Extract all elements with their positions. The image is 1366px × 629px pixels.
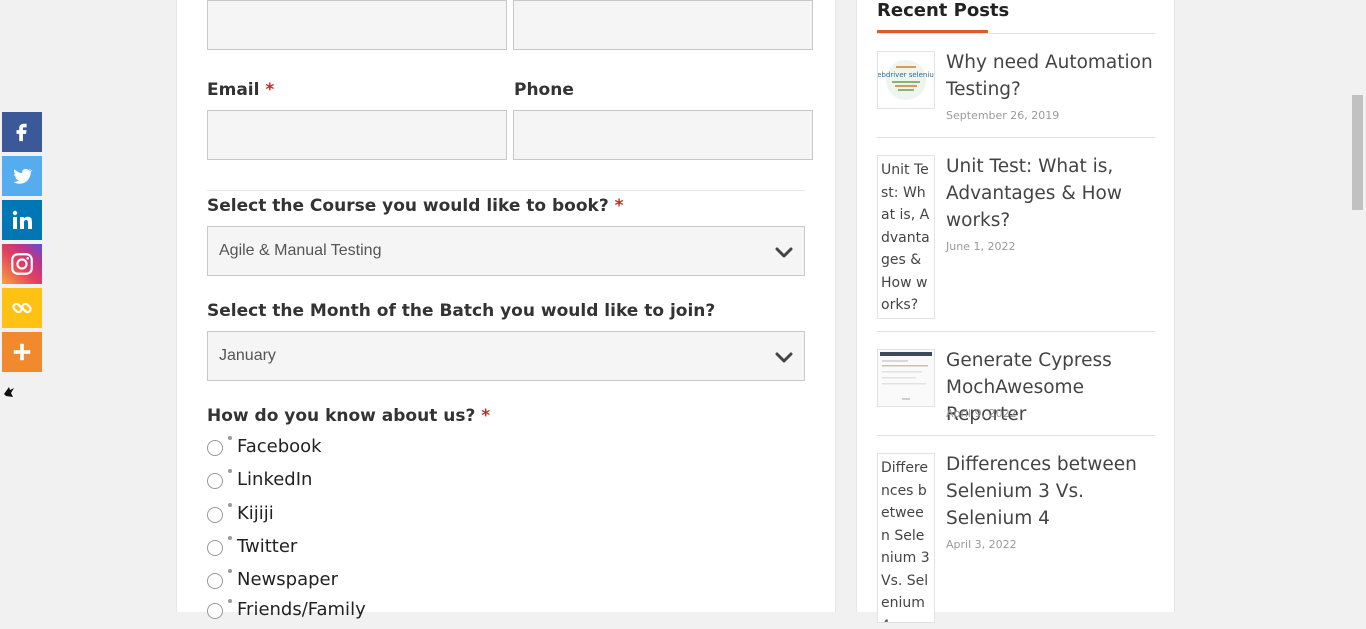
required-mark: * — [481, 406, 491, 426]
radio-label: LinkedIn — [237, 469, 313, 490]
post-thumbnail[interactable]: Unit Test: What is, Advantages & How wor… — [877, 155, 935, 319]
first-name-input[interactable] — [207, 0, 507, 50]
course-label-text: Select the Course you would like to book… — [207, 196, 609, 216]
booking-form: Email * Phone Select the Course you woul… — [176, 0, 836, 620]
more-icon — [13, 343, 31, 361]
social-share-bar — [2, 112, 42, 376]
phone-label-text: Phone — [514, 80, 574, 100]
post-title-link[interactable]: Unit Test: What is, Advantages & How wor… — [946, 153, 1161, 234]
radio-button[interactable] — [207, 473, 223, 489]
radio-button[interactable] — [207, 507, 223, 523]
radio-label: Facebook — [237, 436, 322, 457]
radio-label: Friends/Family — [237, 599, 366, 620]
radio-button[interactable] — [207, 573, 223, 589]
last-name-input[interactable] — [513, 0, 813, 50]
required-mark: * — [614, 196, 624, 216]
course-select-value: Agile & Manual Testing — [219, 242, 382, 259]
post-thumbnail[interactable]: Differences between Selenium 3 Vs. Selen… — [877, 453, 935, 623]
radio-dot — [228, 503, 232, 507]
radio-dot — [228, 536, 232, 540]
thumbnail-alt-text: Unit Test: What is, Advantages & How wor… — [881, 162, 930, 313]
title-rule — [877, 33, 1155, 34]
post-title-link[interactable]: Differences between Selenium 3 Vs. Selen… — [946, 451, 1161, 532]
facebook-icon — [16, 123, 27, 142]
radio-dot — [228, 569, 232, 573]
email-label-text: Email — [207, 80, 260, 100]
facebook-share-button[interactable] — [2, 112, 42, 152]
radio-button[interactable] — [207, 540, 223, 556]
post-thumbnail[interactable]: webdriver selenium — [877, 51, 935, 109]
chevron-down-icon — [775, 247, 793, 258]
course-select[interactable]: Agile & Manual Testing — [207, 226, 805, 276]
thumbnail-alt-text: Differences between Selenium 3 Vs. Selen… — [881, 460, 930, 622]
divider — [207, 190, 805, 191]
radio-dot — [228, 469, 232, 473]
required-mark: * — [265, 80, 275, 100]
linkedin-share-button[interactable] — [2, 200, 42, 240]
radio-button[interactable] — [207, 440, 223, 456]
phone-label: Phone — [514, 80, 574, 100]
post-date: June 1, 2022 — [946, 240, 1016, 253]
post-separator — [877, 331, 1155, 332]
chevron-down-icon — [775, 352, 793, 363]
radio-label: Kijiji — [237, 503, 274, 524]
instagram-share-button[interactable] — [2, 244, 42, 284]
post-thumbnail[interactable] — [877, 349, 935, 407]
source-label-text: How do you know about us? — [207, 406, 476, 426]
post-date: April 9, 2022 — [946, 407, 1017, 420]
page-scrollbar[interactable] — [1349, 0, 1366, 612]
post-separator — [877, 435, 1155, 436]
instagram-icon — [11, 253, 33, 275]
radio-dot — [228, 436, 232, 440]
month-label: Select the Month of the Batch you would … — [207, 301, 715, 321]
post-separator — [877, 137, 1155, 138]
source-label: How do you know about us? * — [207, 406, 490, 426]
email-label: Email * — [207, 80, 274, 100]
hide-share-bar-icon[interactable] — [3, 385, 15, 399]
radio-label: Twitter — [237, 536, 298, 557]
thumb-word: webdriver selenium — [878, 71, 934, 79]
radio-label: Newspaper — [237, 569, 338, 590]
word-cloud-image: webdriver selenium — [878, 60, 934, 100]
recent-posts-title: Recent Posts — [877, 0, 1010, 21]
more-share-button[interactable] — [2, 332, 42, 372]
radio-dot — [228, 599, 232, 603]
month-select[interactable]: January — [207, 331, 805, 381]
post-title-link[interactable]: Why need Automation Testing? — [946, 49, 1161, 103]
report-screenshot-image — [878, 350, 934, 406]
email-field[interactable] — [207, 110, 507, 160]
twitter-icon — [13, 168, 33, 184]
course-label: Select the Course you would like to book… — [207, 196, 624, 216]
scrollbar-thumb[interactable] — [1352, 95, 1363, 210]
month-select-value: January — [219, 347, 276, 364]
copy-link-button[interactable] — [2, 288, 42, 328]
post-date: April 3, 2022 — [946, 538, 1017, 551]
phone-field[interactable] — [513, 110, 813, 160]
twitter-share-button[interactable] — [2, 156, 42, 196]
post-date: September 26, 2019 — [946, 109, 1060, 122]
month-label-text: Select the Month of the Batch you would … — [207, 301, 716, 321]
sidebar: Recent Posts webdriver selenium Why need… — [856, 0, 1175, 623]
copy-link-icon — [12, 302, 32, 314]
radio-button[interactable] — [207, 603, 223, 619]
linkedin-icon — [12, 210, 32, 229]
